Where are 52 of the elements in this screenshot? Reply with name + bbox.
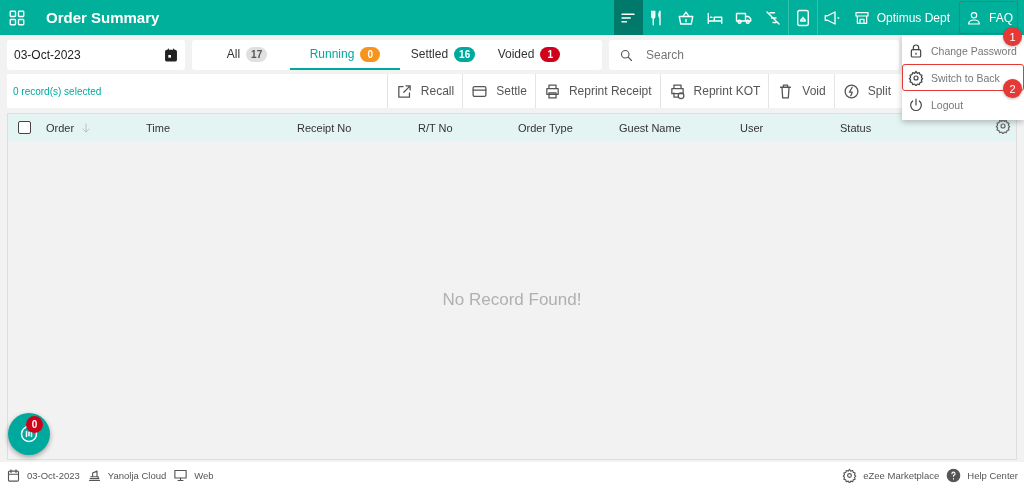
lock-icon xyxy=(908,42,924,59)
gear-icon[interactable] xyxy=(995,118,1011,134)
monitor-icon xyxy=(173,468,189,483)
status-text: 03-Oct-2023 xyxy=(27,470,80,481)
megaphone-icon xyxy=(822,8,841,27)
search-field[interactable]: Search xyxy=(609,40,899,70)
count-badge: 0 xyxy=(360,46,381,62)
status-tab[interactable]: Settled 16 xyxy=(400,40,486,70)
grid-icon[interactable] xyxy=(8,8,26,27)
lightning-icon xyxy=(842,82,860,100)
gear-icon xyxy=(908,69,924,86)
page-title: Order Summary xyxy=(46,9,160,26)
gear-icon xyxy=(842,468,858,483)
printer-icon xyxy=(543,82,561,100)
action-button[interactable]: Reprint Receipt xyxy=(534,74,660,108)
toolbar-button[interactable] xyxy=(613,0,643,35)
action-button[interactable]: Split xyxy=(833,74,899,108)
column-header[interactable]: Order xyxy=(46,121,75,134)
power-icon xyxy=(908,96,924,113)
status-text: Help Center xyxy=(967,470,1018,481)
action-button[interactable]: Reprint KOT xyxy=(659,74,769,108)
count-badge: 16 xyxy=(454,46,476,62)
column-header[interactable]: Guest Name xyxy=(619,121,681,134)
empty-message: No Record Found! xyxy=(442,290,582,310)
column-header[interactable]: Order Type xyxy=(518,121,573,134)
calendar-icon xyxy=(163,47,179,63)
printer-clock-icon xyxy=(668,82,686,100)
selection-count: 0 record(s) selected xyxy=(13,85,102,97)
action-button[interactable]: Recall xyxy=(386,74,463,108)
column-header[interactable]: R/T No xyxy=(418,121,453,134)
status-text: eZee Marketplace xyxy=(863,470,940,481)
column-header[interactable]: Receipt No xyxy=(297,121,352,134)
date-field[interactable]: 03-Oct-2023 xyxy=(7,40,185,70)
column-header[interactable]: Time xyxy=(146,121,171,134)
store-icon xyxy=(853,9,870,26)
status-text: Web xyxy=(194,470,214,481)
action-button[interactable]: Void xyxy=(768,74,834,108)
user-icon xyxy=(966,9,982,26)
count-badge: 1 xyxy=(540,46,561,62)
status-text: Yanolja Cloud xyxy=(107,470,167,481)
status-tab[interactable]: All 17 xyxy=(204,40,290,70)
action-button[interactable]: Settle xyxy=(462,74,535,108)
external-link-icon xyxy=(395,82,413,100)
column-header[interactable]: User xyxy=(740,121,764,134)
search-icon xyxy=(619,47,634,63)
calendar-icon xyxy=(6,468,21,483)
stacked-dishes-icon xyxy=(86,468,102,483)
count-badge: 17 xyxy=(246,46,268,62)
column-header[interactable]: Status xyxy=(840,121,872,134)
select-all-checkbox[interactable] xyxy=(18,121,31,134)
status-tab[interactable]: Voided 1 xyxy=(486,40,572,70)
help-icon xyxy=(946,468,962,483)
